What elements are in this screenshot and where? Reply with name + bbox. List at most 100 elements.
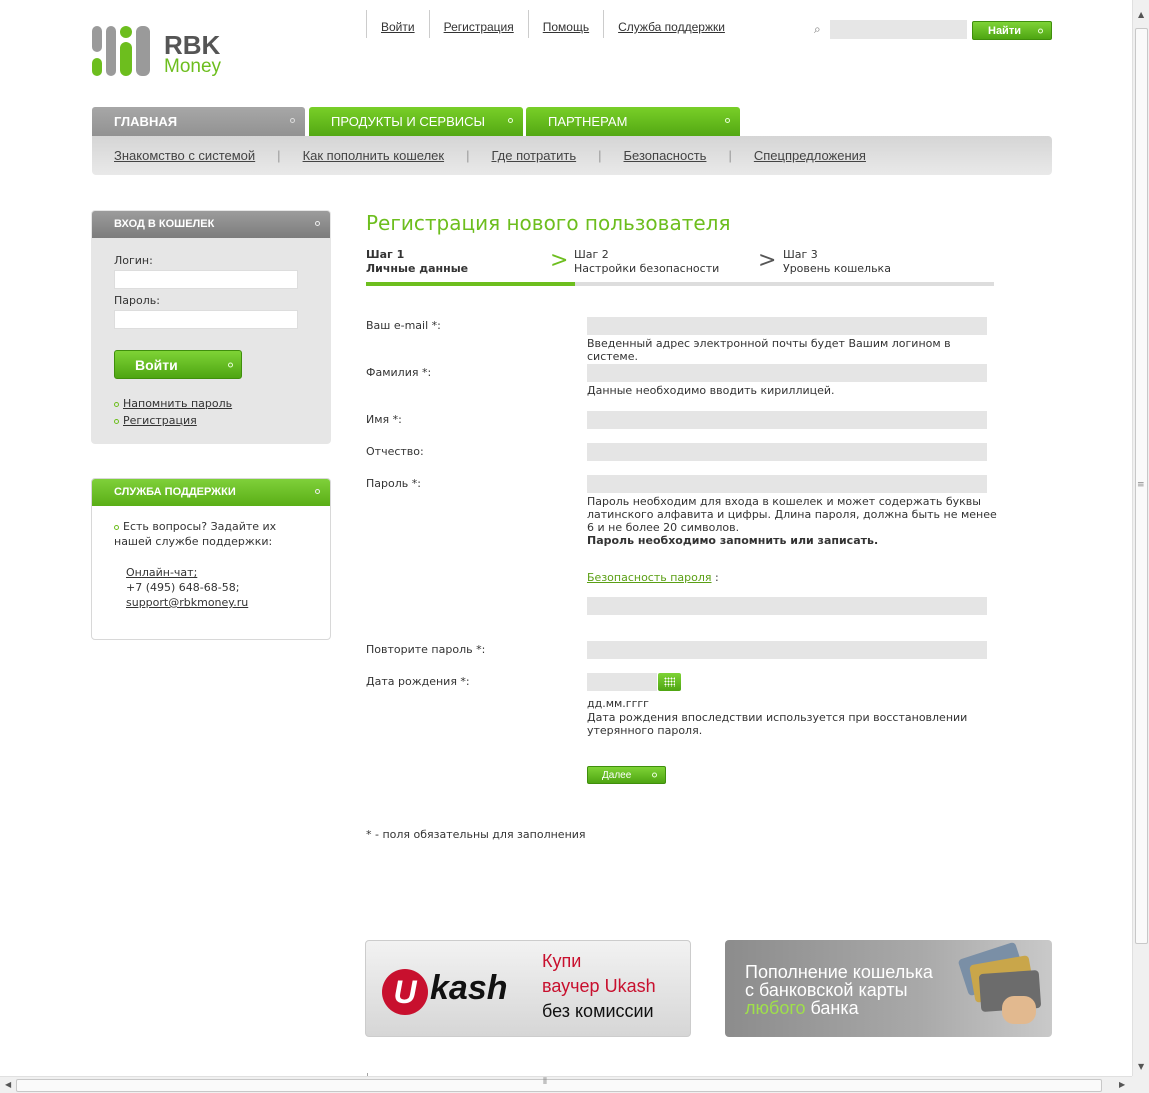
- password-field[interactable]: [587, 475, 987, 493]
- scroll-right-arrow-icon[interactable]: ▶: [1119, 1080, 1125, 1089]
- step-2-number: Шаг 2: [574, 248, 609, 261]
- login-button[interactable]: Войти: [114, 350, 242, 379]
- step-3-number: Шаг 3: [783, 248, 818, 261]
- horizontal-scroll-thumb[interactable]: [16, 1079, 1102, 1092]
- logo-mark: [120, 26, 132, 38]
- register-item: Регистрация: [114, 414, 197, 427]
- sub-navigation: Знакомство с системой | Как пополнить кош…: [92, 136, 1052, 175]
- birth-date-format: дд.мм.гггг: [587, 697, 649, 710]
- circle-icon: [315, 489, 320, 494]
- rbk-money-logo[interactable]: RBK Money: [92, 24, 232, 84]
- scroll-grip-icon: ⦀: [543, 1077, 547, 1087]
- email-field[interactable]: [587, 317, 987, 335]
- name-field[interactable]: [587, 411, 987, 429]
- top-links: Войти Регистрация Помощь Служба поддержк…: [366, 10, 739, 38]
- logo-mark: [92, 58, 102, 76]
- ukash-line-1: Купи: [542, 951, 582, 971]
- search-button[interactable]: Найти: [972, 21, 1052, 40]
- login-box-header: ВХОД В КОШЕЛЕК: [92, 211, 330, 238]
- email-label: Ваш e-mail *:: [366, 319, 441, 332]
- required-note: * - поля обязательны для заполнения: [366, 828, 586, 841]
- support-text: Есть вопросы? Задайте их нашей службе по…: [114, 519, 314, 549]
- scroll-down-arrow-icon[interactable]: ▼: [1138, 1062, 1144, 1071]
- card-banner-line-2: с банковской карты: [745, 980, 908, 1000]
- ukash-banner[interactable]: U kash Купи ваучер Ukash без комиссии: [365, 940, 691, 1037]
- logo-mark: [92, 26, 102, 52]
- search-input[interactable]: [830, 20, 967, 39]
- bank-card-banner[interactable]: Пополнение кошелька с банковской карты л…: [725, 940, 1052, 1037]
- subnav-spend[interactable]: Где потратить: [491, 148, 576, 163]
- step-2-name: Настройки безопасности: [574, 262, 720, 275]
- support-email-link[interactable]: support@rbkmoney.ru: [126, 596, 248, 609]
- circle-icon: [315, 221, 320, 226]
- email-hint: Введенный адрес электронной почты будет …: [587, 337, 951, 363]
- password-strength-row: Безопасность пароля :: [587, 571, 997, 584]
- patronymic-label: Отчество:: [366, 445, 424, 458]
- bullet-icon: [114, 401, 119, 407]
- password-label: Пароль *:: [366, 477, 421, 490]
- top-link-login[interactable]: Войти: [366, 10, 429, 38]
- card-banner-green-word: любого: [745, 998, 806, 1018]
- password-strength-link[interactable]: Безопасность пароля: [587, 571, 712, 584]
- subnav-separator: |: [466, 148, 470, 163]
- search-icon: ⌕: [814, 22, 821, 36]
- subnav-topup[interactable]: Как пополнить кошелек: [303, 148, 445, 163]
- next-button[interactable]: Далее: [587, 766, 666, 784]
- surname-label: Фамилия *:: [366, 366, 432, 379]
- subnav-security[interactable]: Безопасность: [624, 148, 707, 163]
- circle-icon: [652, 772, 657, 778]
- password-hint-bold: Пароль необходимо запомнить или записать…: [587, 534, 879, 547]
- birth-date-field[interactable]: [587, 673, 657, 691]
- password-strength-colon: :: [715, 571, 719, 584]
- birth-date-hint: Дата рождения впоследствии используется …: [587, 711, 968, 737]
- logo-text-money: Money: [164, 56, 222, 77]
- scroll-up-arrow-icon[interactable]: ▲: [1138, 10, 1144, 19]
- tab-products[interactable]: ПРОДУКТЫ И СЕРВИСЫ: [309, 107, 523, 136]
- calendar-icon[interactable]: [658, 673, 681, 691]
- register-link[interactable]: Регистрация: [123, 414, 197, 427]
- circle-icon: [1038, 28, 1043, 33]
- bullet-icon: [114, 524, 119, 530]
- step-1-name: Личные данные: [366, 262, 469, 275]
- scroll-grip-icon: ≡: [1137, 480, 1145, 490]
- top-link-support[interactable]: Служба поддержки: [603, 10, 739, 38]
- vertical-scrollbar[interactable]: ▲ ≡ ▼: [1132, 0, 1149, 1076]
- subnav-offers[interactable]: Спецпредложения: [754, 148, 866, 163]
- circle-icon: [508, 118, 513, 123]
- card-banner-line-3: любого банка: [745, 998, 859, 1018]
- next-button-label: Далее: [602, 769, 632, 781]
- support-box: СЛУЖБА ПОДДЕРЖКИ Есть вопросы? Задайте и…: [91, 478, 331, 640]
- support-phone: +7 (495) 648-68-58;: [126, 581, 240, 594]
- step-progress-fill: [366, 282, 576, 286]
- tab-partners[interactable]: ПАРТНЕРАМ: [526, 107, 740, 136]
- support-contacts: Онлайн-чат; +7 (495) 648-68-58; support@…: [126, 565, 248, 610]
- step-2: Шаг 2 Настройки безопасности: [574, 248, 719, 276]
- circle-icon: [228, 362, 233, 367]
- repeat-password-field[interactable]: [587, 641, 987, 659]
- password-strength-meter: [587, 597, 987, 615]
- step-arrow-icon: >: [758, 248, 777, 273]
- horizontal-scrollbar[interactable]: ◀ ⦀ ▶: [0, 1076, 1132, 1093]
- top-link-help[interactable]: Помощь: [527, 10, 603, 38]
- ukash-line-3: без комиссии: [542, 1001, 654, 1021]
- ukash-logo-word: kash: [430, 969, 508, 1007]
- subnav-separator: |: [277, 148, 281, 163]
- subnav-separator: |: [728, 148, 732, 163]
- registration-steps: Шаг 1 Личные данные > Шаг 2 Настройки безо…: [366, 248, 994, 288]
- surname-field[interactable]: [587, 364, 987, 382]
- password-input[interactable]: [114, 310, 298, 329]
- login-button-label: Войти: [135, 356, 178, 373]
- surname-hint: Данные необходимо вводить кириллицей.: [587, 384, 835, 397]
- logo-mark: [106, 26, 116, 76]
- subnav-separator: |: [598, 148, 602, 163]
- online-chat-link[interactable]: Онлайн-чат;: [126, 566, 197, 579]
- remind-password-link[interactable]: Напомнить пароль: [123, 397, 232, 410]
- page-title: Регистрация нового пользователя: [366, 211, 731, 235]
- patronymic-field[interactable]: [587, 443, 987, 461]
- scroll-left-arrow-icon[interactable]: ◀: [5, 1080, 11, 1089]
- subnav-intro[interactable]: Знакомство с системой: [114, 148, 255, 163]
- bank-cards-image: [952, 941, 1042, 1026]
- login-input[interactable]: [114, 270, 298, 289]
- scrollbar-corner: [1132, 1076, 1149, 1093]
- top-link-register[interactable]: Регистрация: [428, 10, 528, 38]
